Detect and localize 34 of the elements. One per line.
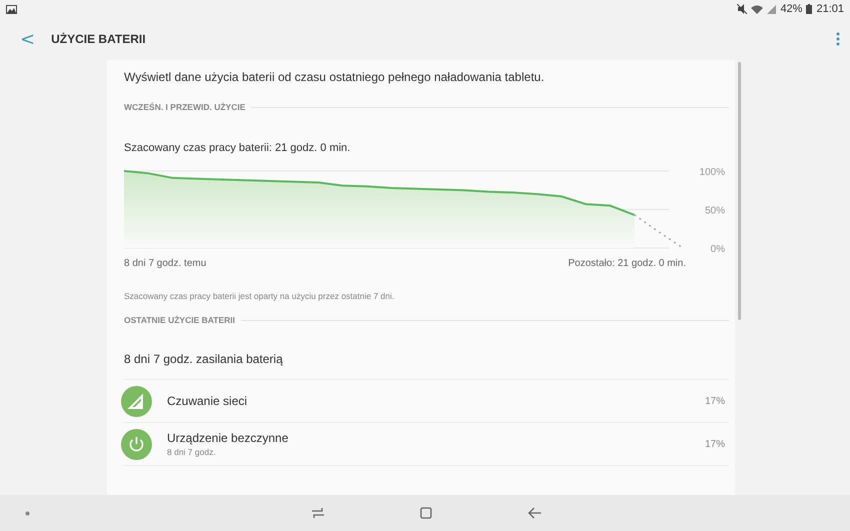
usage-item[interactable]: Urządzenie bezczynne 8 dni 7 godz. 17% xyxy=(124,423,729,466)
summary-text: 8 dni 7 godz. zasilania baterią xyxy=(124,352,729,380)
home-icon[interactable] xyxy=(418,505,434,521)
picture-icon xyxy=(6,4,17,14)
note-text: Szacowany czas pracy baterii jest oparty na użyciu przez ostatnie 7 dni. xyxy=(124,291,396,301)
power-icon xyxy=(121,428,152,460)
recent-apps-icon[interactable] xyxy=(310,505,326,521)
item-detail: 8 dni 7 godz. xyxy=(167,447,217,457)
axis-label: 100% xyxy=(699,167,725,178)
clock: 21:01 xyxy=(816,3,844,15)
axis-label: 0% xyxy=(710,244,725,255)
back-icon[interactable] xyxy=(527,505,543,521)
section-title: WCZEŚN. I PRZEWID. UŻYCIE xyxy=(124,102,246,112)
item-percent: 17% xyxy=(704,396,725,406)
battery-icon xyxy=(806,4,812,14)
battery-percent: 42% xyxy=(780,3,802,15)
mute-icon xyxy=(737,4,748,14)
usage-item[interactable]: Czuwanie sieci 17% xyxy=(124,380,729,423)
start-label: 8 dni 7 godz. temu xyxy=(124,258,206,269)
axis-label: 50% xyxy=(704,206,725,216)
page-title: UŻYCIE BATERII xyxy=(51,32,147,46)
signal-icon xyxy=(121,386,152,416)
signal-icon xyxy=(767,4,776,14)
item-percent: 17% xyxy=(704,438,725,450)
wifi-icon xyxy=(751,4,764,14)
section-title: OSTATNIE UŻYCIE BATERII xyxy=(124,315,235,325)
item-name: Czuwanie sieci xyxy=(167,394,248,408)
item-name: Urządzenie bezczynne xyxy=(167,431,290,445)
estimate-text: Szacowany czas pracy baterii: 21 godz. 0 min. xyxy=(124,142,352,154)
intro-text: Wyświetl dane użycia baterii od czasu ostatniego pełnego naładowania tabletu. xyxy=(124,70,546,86)
more-options-icon[interactable] xyxy=(836,32,840,46)
projection-line xyxy=(634,214,684,249)
remaining-label: Pozostało: 21 godz. 0 min. xyxy=(568,258,686,269)
dot-icon xyxy=(25,510,30,516)
